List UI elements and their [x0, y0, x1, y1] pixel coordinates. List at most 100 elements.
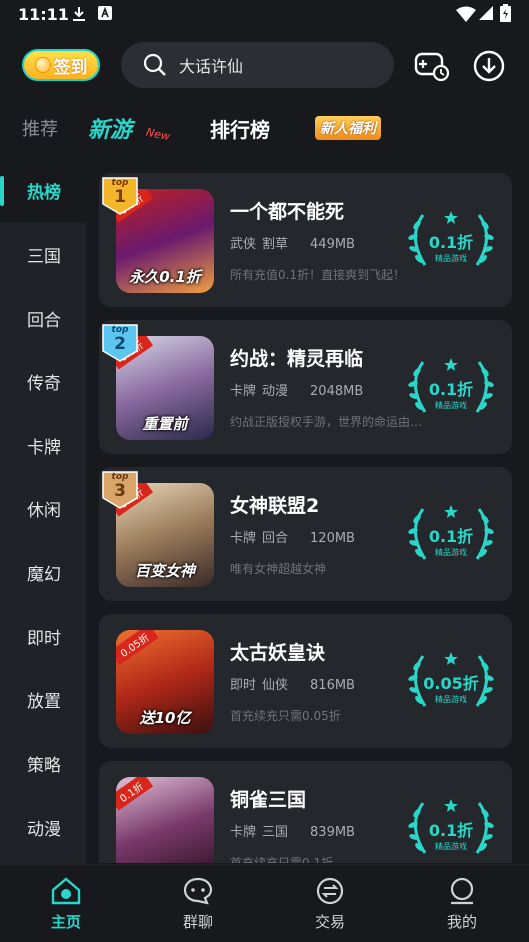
game-tag: 卡牌: [230, 384, 257, 399]
sidebar-item-legend[interactable]: 传奇: [0, 349, 86, 413]
game-size: 839MB: [310, 825, 355, 840]
discount-badge: 0.1折 精品游戏: [405, 795, 497, 859]
rank-badge: top 1: [99, 176, 141, 216]
sidebar-item-card[interactable]: 卡牌: [0, 413, 86, 477]
discount-label: 精品游戏: [435, 842, 467, 851]
thumb-caption: 重置前: [142, 415, 188, 433]
game-icon: 0.1折: [116, 777, 214, 863]
chat-icon: [183, 877, 213, 905]
game-desc: 首充续充只需0.1折: [230, 856, 334, 863]
game-size: 120MB: [310, 531, 355, 546]
search-input[interactable]: 大话许仙: [179, 53, 243, 77]
signal-icon: [479, 6, 493, 20]
game-size: 2048MB: [310, 384, 364, 399]
rank-number: 2: [114, 334, 126, 354]
discount-label: 精品游戏: [435, 254, 467, 263]
discount-value: 0.05折: [423, 674, 479, 693]
game-desc: 所有充值0.1折！直接爽到飞起！: [230, 268, 406, 282]
tab-recommend[interactable]: 推荐: [22, 108, 58, 148]
home-icon: [51, 877, 81, 905]
game-meta: 武侠 割草 449MB: [230, 233, 361, 252]
nav-group-chat[interactable]: 群聊: [132, 865, 264, 942]
wifi-icon: [456, 6, 476, 22]
rank-number: 3: [114, 481, 126, 501]
new-badge: New: [144, 125, 172, 144]
profile-icon: [450, 877, 474, 905]
bottom-nav: 主页 群聊 交易 我的: [0, 864, 529, 942]
game-tag: 即时: [230, 678, 257, 693]
game-tag: 回合: [262, 531, 289, 546]
thumb-caption: 永久0.1折: [129, 268, 201, 286]
coin-icon: [34, 57, 51, 73]
game-title: 铜雀三国: [230, 789, 307, 811]
discount-badge: 0.1折 精品游戏: [405, 501, 497, 565]
game-title: 女神联盟2: [230, 495, 320, 517]
nav-trade[interactable]: 交易: [264, 865, 396, 942]
game-tag: 仙侠: [262, 678, 289, 693]
nav-label: 主页: [50, 913, 81, 931]
discount-value: 0.1折: [428, 233, 474, 252]
sidebar-item-fantasy[interactable]: 魔幻: [0, 540, 86, 604]
game-meta: 卡牌 三国 839MB: [230, 821, 361, 840]
exchange-icon: [316, 877, 344, 905]
download-icon: [73, 7, 85, 21]
tab-newbie-bonus[interactable]: 新人福利: [315, 116, 381, 140]
thumb-caption: 送10亿: [139, 709, 191, 727]
game-desc: 约战正版授权手游，世界的命运由你决定…: [230, 415, 430, 429]
game-card[interactable]: 0.1折 百变女神 top 3 女神联盟2 卡牌回合 120MB 唯有女神超越女神: [99, 467, 512, 601]
game-card[interactable]: 0.05折 送10亿 太古妖皇诀 即时仙侠 816MB 首充续充只需0.05折: [99, 614, 512, 748]
game-size: 449MB: [310, 237, 355, 252]
sidebar-item-turn-based[interactable]: 回合: [0, 286, 86, 350]
sidebar-item-strategy[interactable]: 策略: [0, 731, 86, 795]
game-card[interactable]: 0.1折 铜雀三国 卡牌 三国 839MB 首充续充只需0.1折 0.1折 精品…: [99, 761, 512, 863]
thumb-tag: 0.1折: [116, 777, 153, 811]
tab-new-games[interactable]: 新游: [88, 108, 132, 148]
status-time: 11:11: [18, 5, 69, 24]
sidebar-item-casual[interactable]: 休闲: [0, 476, 86, 540]
checkin-label: 签到: [53, 57, 88, 78]
discount-badge: 0.05折 精品游戏: [405, 648, 497, 712]
sidebar-item-anime[interactable]: 动漫: [0, 795, 86, 859]
sidebar-item-three-kingdoms[interactable]: 三国: [0, 222, 86, 286]
discount-value: 0.1折: [428, 821, 474, 840]
game-tag: 三国: [262, 825, 289, 840]
discount-badge: 0.1折 精品游戏: [405, 354, 497, 418]
game-desc: 首充续充只需0.05折: [230, 709, 341, 723]
tab-ranking[interactable]: 排行榜: [210, 108, 270, 148]
thumb-tag: 0.05折: [116, 630, 159, 666]
game-clock-icon[interactable]: [414, 49, 450, 83]
game-desc: 唯有女神超越女神: [230, 562, 327, 576]
sidebar-item-hot[interactable]: 热榜: [0, 158, 86, 222]
discount-label: 精品游戏: [435, 548, 467, 557]
search-bar[interactable]: 大话许仙: [121, 42, 394, 88]
game-title: 太古妖皇诀: [230, 642, 326, 664]
checkin-button[interactable]: 签到: [22, 49, 100, 81]
nav-home[interactable]: 主页: [0, 865, 132, 942]
game-meta: 即时 仙侠 816MB: [230, 674, 361, 693]
rank-badge: top 3: [99, 470, 141, 510]
rank-badge: top 2: [99, 323, 141, 363]
game-tag: 卡牌: [230, 531, 257, 546]
game-icon: 0.05折 送10亿: [116, 630, 214, 734]
download-circle-icon[interactable]: [472, 49, 508, 83]
game-title: 约战：精灵再临: [230, 348, 364, 370]
top-tabs: 推荐 新游 New 排行榜 新人福利: [0, 108, 529, 148]
game-meta: 卡牌 动漫 2048MB: [230, 380, 369, 399]
nav-label: 交易: [314, 913, 345, 931]
sidebar-item-realtime[interactable]: 即时: [0, 604, 86, 668]
discount-value: 0.1折: [428, 380, 474, 399]
battery-icon: [500, 4, 511, 22]
sidebar-item-idle[interactable]: 放置: [0, 667, 86, 731]
a-icon: [98, 6, 112, 20]
nav-profile[interactable]: 我的: [396, 865, 528, 942]
game-meta: 卡牌 回合 120MB: [230, 527, 361, 546]
discount-value: 0.1折: [428, 527, 474, 546]
thumb-caption: 百变女神: [134, 562, 195, 580]
discount-label: 精品游戏: [435, 695, 467, 704]
game-size: 816MB: [310, 678, 355, 693]
game-card[interactable]: 0.1折 永久0.1折 top 1 一个都不能死 武侠割草 449MB 所有充值0…: [99, 173, 512, 307]
game-tag: 卡牌: [230, 825, 257, 840]
game-card[interactable]: 0.1折 重置前 top 2 约战：精灵再临 卡牌动漫 2048MB 约战正版授权…: [99, 320, 512, 454]
discount-badge: 0.1折 精品游戏: [405, 207, 497, 271]
search-icon: [143, 53, 166, 76]
